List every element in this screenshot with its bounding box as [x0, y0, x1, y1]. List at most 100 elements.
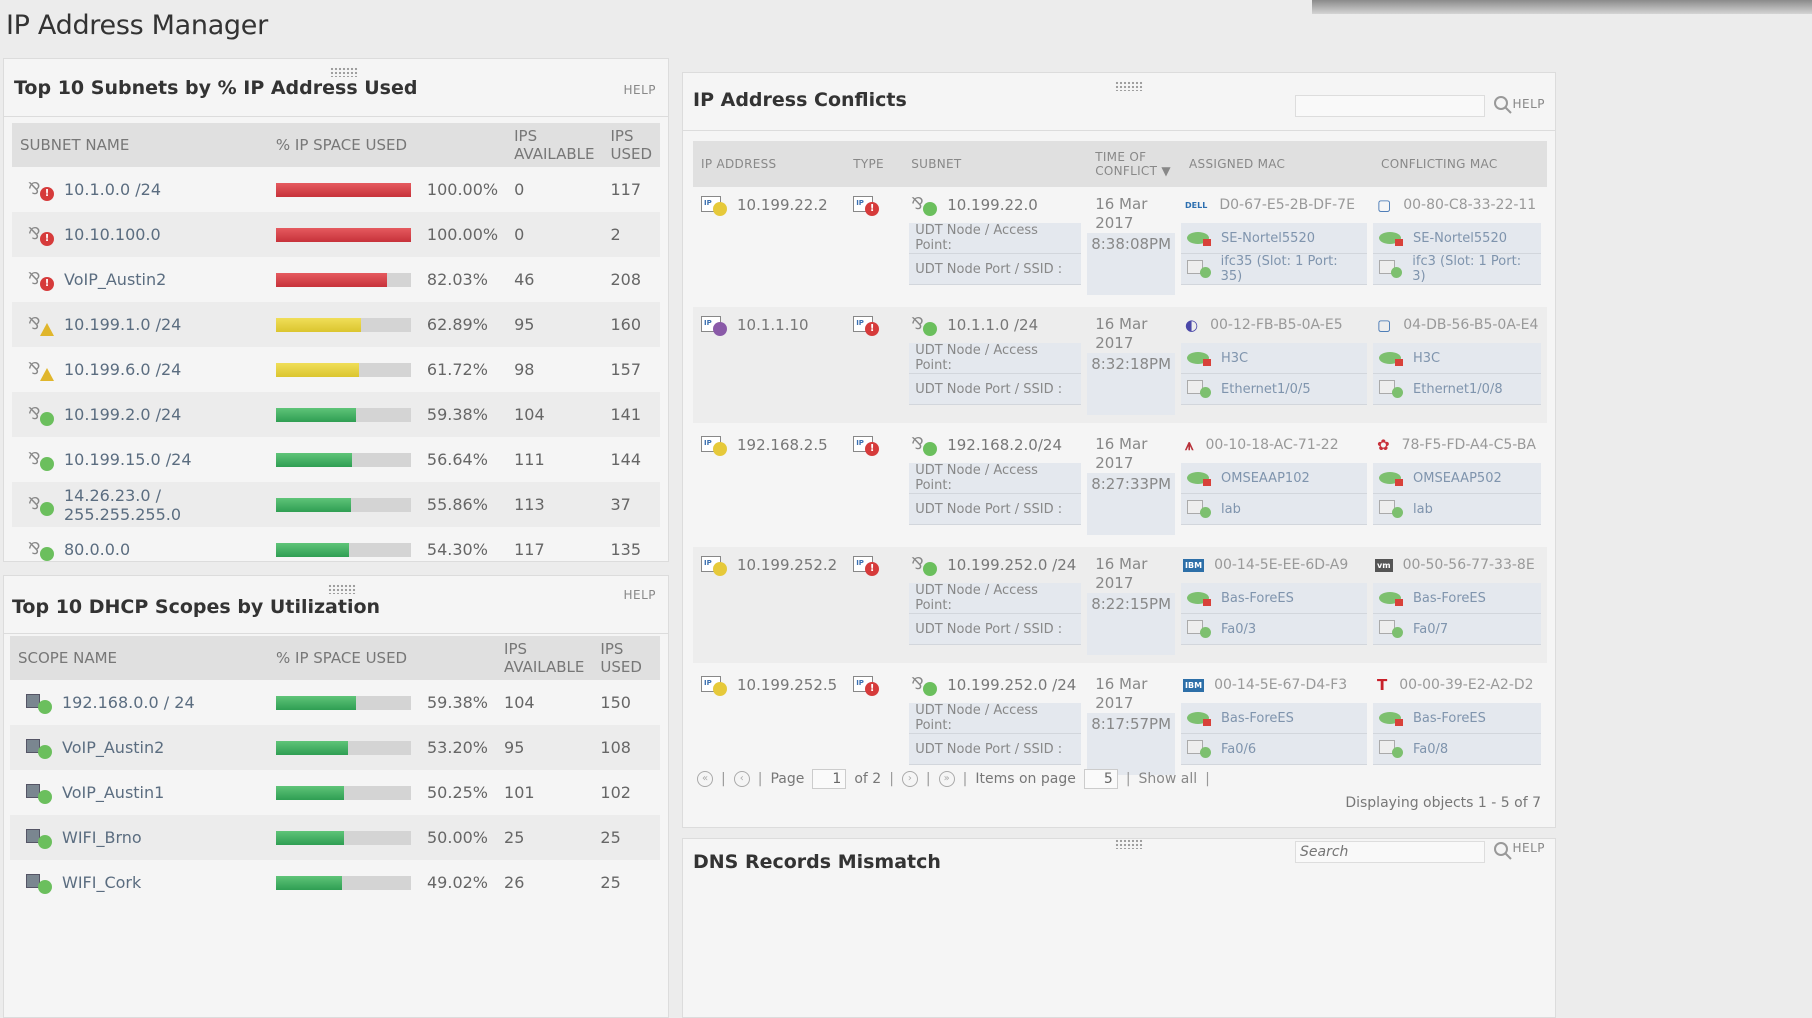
subnet-row[interactable]: ⅋! 10.10.100.0 100.00% 0 2	[12, 212, 660, 257]
udt-node-link[interactable]: OMSEAAP102	[1221, 471, 1310, 486]
dns-help-link[interactable]: HELP	[1512, 841, 1545, 855]
prev-page-icon[interactable]: ‹	[733, 771, 750, 787]
scope-row[interactable]: VoIP_Austin1 50.25% 101 102	[10, 770, 660, 815]
ip-address-link[interactable]: 10.1.1.10	[737, 316, 809, 334]
subnet-link[interactable]: 192.168.2.0/24	[947, 436, 1062, 454]
mac-address[interactable]: 00-50-56-77-33-8E	[1403, 557, 1535, 573]
show-all-link[interactable]: Show all	[1139, 771, 1198, 787]
udt-node-link[interactable]: SE-Nortel5520	[1221, 231, 1315, 246]
udt-port-link[interactable]: Ethernet1/0/8	[1413, 382, 1503, 397]
udt-port-link[interactable]: ifc35 (Slot: 1 Port: 35)	[1221, 254, 1361, 284]
udt-port-link[interactable]: Fa0/6	[1221, 742, 1256, 757]
subnet-name-link[interactable]: 10.199.2.0 /24	[64, 405, 181, 424]
mac-address[interactable]: 00-14-5E-EE-6D-A9	[1214, 557, 1348, 573]
scope-name-link[interactable]: WIFI_Cork	[62, 873, 141, 892]
conflicts-search-input[interactable]	[1295, 95, 1485, 117]
col-type[interactable]: TYPE	[845, 141, 904, 187]
udt-node-link[interactable]: Bas-ForeES	[1221, 591, 1294, 606]
udt-node-link[interactable]: H3C	[1221, 351, 1248, 366]
scope-name-link[interactable]: 192.168.0.0 / 24	[62, 693, 195, 712]
next-page-icon[interactable]: ›	[901, 771, 918, 787]
udt-port-link[interactable]: Fa0/7	[1413, 622, 1448, 637]
col-subnet-name[interactable]: SUBNET NAME	[12, 123, 268, 167]
mac-address[interactable]: D0-67-E5-2B-DF-7E	[1219, 197, 1355, 213]
udt-port-link[interactable]: Fa0/8	[1413, 742, 1448, 757]
subnets-help-link[interactable]: HELP	[623, 83, 656, 97]
udt-port-link[interactable]: ifc3 (Slot: 1 Port: 3)	[1412, 254, 1535, 284]
mac-address[interactable]: 00-00-39-E2-A2-D2	[1399, 677, 1533, 693]
subnet-name-link[interactable]: 10.10.100.0	[64, 225, 161, 244]
mac-address[interactable]: 00-10-18-AC-71-22	[1205, 437, 1338, 453]
col-scope-name[interactable]: SCOPE NAME	[10, 636, 268, 680]
subnet-row[interactable]: ⅋ 10.199.2.0 /24 59.38% 104 141	[12, 392, 660, 437]
search-icon[interactable]	[1493, 95, 1513, 115]
subnet-name-link[interactable]: 10.1.0.0 /24	[64, 180, 161, 199]
udt-node-link[interactable]: H3C	[1413, 351, 1440, 366]
page-number-input[interactable]	[812, 769, 847, 789]
subnet-row[interactable]: ⅋ 80.0.0.0 54.30% 117 135	[12, 527, 660, 572]
mac-address[interactable]: 00-12-FB-B5-0A-E5	[1210, 317, 1343, 333]
udt-port-link[interactable]: lab	[1413, 502, 1433, 517]
scope-name-link[interactable]: VoIP_Austin2	[62, 738, 164, 757]
conflict-row[interactable]: IP 10.199.252.5 IP! ⅋ 10.199.252.0 /24 UDT No…	[693, 665, 1547, 785]
col-ips-available[interactable]: IPS AVAILABLE	[496, 636, 593, 680]
subnet-row[interactable]: ⅋ 10.199.6.0 /24 61.72% 98 157	[12, 347, 660, 392]
subnet-link[interactable]: 10.199.252.0 /24	[947, 556, 1076, 574]
drag-handle-icon[interactable]	[1115, 81, 1143, 91]
scope-row[interactable]: 192.168.0.0 / 24 59.38% 104 150	[10, 680, 660, 725]
col-ips-available[interactable]: IPS AVAILABLE	[506, 123, 603, 167]
scope-row[interactable]: WIFI_Brno 50.00% 25 25	[10, 815, 660, 860]
udt-port-link[interactable]: lab	[1221, 502, 1241, 517]
subnet-name-link[interactable]: 80.0.0.0	[64, 540, 130, 559]
col-conflicting-mac[interactable]: CONFLICTING MAC	[1373, 141, 1547, 187]
udt-node-link[interactable]: Bas-ForeES	[1413, 711, 1486, 726]
subnet-name-link[interactable]: 10.199.15.0 /24	[64, 450, 192, 469]
subnet-row[interactable]: ⅋ 14.26.23.0 / 255.255.255.0 55.86% 113 37	[12, 482, 660, 527]
col-pct-used[interactable]: % IP SPACE USED	[268, 636, 497, 680]
subnet-row[interactable]: ⅋ 10.199.1.0 /24 62.89% 95 160	[12, 302, 660, 347]
mac-address[interactable]: 04-DB-56-B5-0A-E4	[1403, 317, 1538, 333]
col-ips-used[interactable]: IPS USED	[592, 636, 660, 680]
drag-handle-icon[interactable]	[1115, 839, 1143, 849]
udt-node-link[interactable]: SE-Nortel5520	[1413, 231, 1507, 246]
subnet-name-link[interactable]: 10.199.1.0 /24	[64, 315, 181, 334]
dhcp-help-link[interactable]: HELP	[623, 588, 656, 602]
col-time-of-conflict[interactable]: TIME OF CONFLICT ▼	[1087, 141, 1182, 187]
drag-handle-icon[interactable]	[330, 67, 358, 77]
drag-handle-icon[interactable]	[328, 584, 356, 594]
ip-address-link[interactable]: 192.168.2.5	[737, 436, 828, 454]
mac-address[interactable]: 00-80-C8-33-22-11	[1403, 197, 1536, 213]
conflicts-help-link[interactable]: HELP	[1512, 97, 1545, 111]
udt-node-link[interactable]: Bas-ForeES	[1413, 591, 1486, 606]
dns-search-input[interactable]	[1295, 841, 1485, 863]
subnet-link[interactable]: 10.199.252.0 /24	[947, 676, 1076, 694]
first-page-icon[interactable]: «	[697, 771, 713, 787]
search-icon[interactable]	[1493, 841, 1513, 861]
items-on-page-input[interactable]	[1083, 769, 1118, 789]
udt-node-link[interactable]: Bas-ForeES	[1221, 711, 1294, 726]
scope-row[interactable]: VoIP_Austin2 53.20% 95 108	[10, 725, 660, 770]
col-subnet[interactable]: SUBNET	[903, 141, 1088, 187]
subnet-name-link[interactable]: VoIP_Austin2	[64, 270, 166, 289]
scope-name-link[interactable]: WIFI_Brno	[62, 828, 142, 847]
subnet-name-link[interactable]: 10.199.6.0 /24	[64, 360, 181, 379]
subnet-row[interactable]: ⅋! VoIP_Austin2 82.03% 46 208	[12, 257, 660, 302]
udt-node-link[interactable]: OMSEAAP502	[1413, 471, 1502, 486]
udt-port-link[interactable]: Ethernet1/0/5	[1221, 382, 1311, 397]
subnet-link[interactable]: 10.1.1.0 /24	[947, 316, 1038, 334]
ip-address-link[interactable]: 10.199.252.2	[737, 556, 837, 574]
ip-address-link[interactable]: 10.199.22.2	[737, 196, 828, 214]
col-pct-used[interactable]: % IP SPACE USED	[267, 123, 507, 167]
subnet-link[interactable]: 10.199.22.0	[947, 196, 1038, 214]
subnet-name-link[interactable]: 14.26.23.0 / 255.255.255.0	[64, 486, 260, 524]
conflict-row[interactable]: IP 10.199.252.2 IP! ⅋ 10.199.252.0 /24 UDT No…	[693, 545, 1547, 665]
subnet-row[interactable]: ⅋ 10.199.15.0 /24 56.64% 111 144	[12, 437, 660, 482]
col-ips-used[interactable]: IPS USED	[602, 123, 660, 167]
conflict-row[interactable]: IP 10.1.1.10 IP! ⅋ 10.1.1.0 /24 UDT Node / Ac…	[693, 305, 1547, 425]
udt-port-link[interactable]: Fa0/3	[1221, 622, 1256, 637]
col-ip-address[interactable]: IP ADDRESS	[693, 141, 846, 187]
ip-address-link[interactable]: 10.199.252.5	[737, 676, 837, 694]
subnet-row[interactable]: ⅋! 10.1.0.0 /24 100.00% 0 117	[12, 167, 660, 212]
mac-address[interactable]: 78-F5-FD-A4-C5-BA	[1402, 437, 1536, 453]
scope-name-link[interactable]: VoIP_Austin1	[62, 783, 164, 802]
